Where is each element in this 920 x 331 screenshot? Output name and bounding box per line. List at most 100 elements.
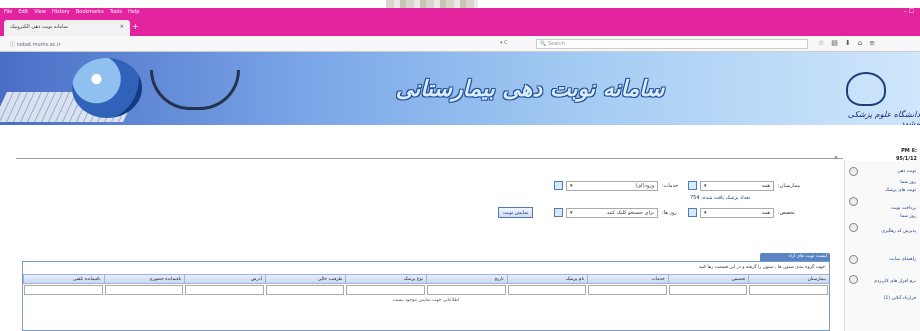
filter-input[interactable]: [668, 285, 748, 295]
menu-edit[interactable]: Edit: [18, 9, 28, 15]
column-header[interactable]: نوع پزشک: [345, 275, 426, 283]
day-select[interactable]: برای جستجو کلیک کنید ▾: [566, 208, 658, 218]
browser-tab[interactable]: سامانه نوبت دهی الکترونیک ×: [4, 20, 130, 36]
clock-time: PM 6:: [901, 148, 917, 154]
site-title: سامانه نوبت دهی بیمارستانی: [395, 76, 665, 102]
tab-free-slots[interactable]: لیست نوبت های آزاد: [760, 253, 830, 261]
new-tab-icon[interactable]: +: [132, 22, 139, 31]
close-icon[interactable]: ×: [834, 155, 838, 161]
hospital-value: همه: [761, 183, 770, 189]
toolbar-icons: ☆ ▤ ⬇ ⌂ ≡: [818, 39, 875, 47]
chevron-down-icon: ▾: [570, 210, 573, 216]
show-appointments-button[interactable]: نمایش نوبت: [498, 207, 534, 218]
clinic-refresh-icon[interactable]: [554, 181, 563, 190]
university-logo: [846, 72, 886, 106]
group-by-hint: جهت گروه بندی ستون ها ، ستون را گرفته و …: [698, 265, 825, 270]
bookmark-star-icon[interactable]: ☆: [818, 39, 824, 47]
chevron-down-icon: ▾: [570, 183, 573, 189]
tab-title: سامانه نوبت دهی الکترونیک: [10, 24, 68, 30]
search-input[interactable]: 🔍 Search: [536, 39, 808, 49]
hospital-label: بیمارستان:: [778, 183, 801, 189]
reload-icon[interactable]: ▾ C: [500, 40, 508, 46]
column-header[interactable]: باقیمانده حضوری: [103, 275, 185, 283]
hospital-select[interactable]: همه ▾: [700, 181, 774, 191]
appointments-grid: جهت گروه بندی ستون ها ، ستون را گرفته و …: [22, 261, 830, 331]
home-icon[interactable]: ⌂: [858, 39, 862, 47]
column-header[interactable]: تاریخ: [426, 275, 507, 283]
filter-input[interactable]: [427, 285, 506, 295]
main-content: × PM 6: 95/1/12 نوبت دهی روز شما نوبت ها…: [0, 125, 920, 331]
sidebar-item-tracking[interactable]: پذیرش کد رهگیری: [881, 229, 916, 234]
column-header[interactable]: باقیمانده تلفنی: [23, 275, 104, 283]
clock-date: 95/1/12: [895, 156, 917, 162]
menu-view[interactable]: View: [34, 9, 46, 15]
column-header[interactable]: آدرس: [184, 275, 265, 283]
column-header[interactable]: خدمات: [587, 275, 668, 283]
grid-header-row: بیمارستان تخصص خدمات نام پزشک تاریخ نوع …: [23, 274, 829, 284]
help-icon: [849, 255, 858, 264]
day-label: روز ها:: [662, 210, 677, 216]
filter-input[interactable]: [346, 285, 426, 295]
site-banner: سامانه نوبت دهی بیمارستانی دانشگاه علوم …: [0, 52, 920, 125]
sidebar-item-your-day[interactable]: روز شما: [900, 214, 916, 219]
expertise-label: تخصص:: [778, 210, 795, 216]
filter-input[interactable]: [588, 285, 667, 295]
nav-bar: ⓘ nobat.mums.ac.ir ▾ C 🔍 Search ☆ ▤ ⬇ ⌂ …: [0, 36, 920, 52]
hospital-refresh-icon[interactable]: [688, 181, 697, 190]
menu-help[interactable]: Help: [128, 9, 139, 15]
sidebar-item-booking[interactable]: نوبت دهی: [897, 169, 916, 174]
expertise-refresh-icon[interactable]: [688, 208, 697, 217]
payment-icon: [849, 197, 858, 206]
column-header[interactable]: تخصص: [667, 275, 749, 283]
menu-tools[interactable]: Tools: [110, 9, 122, 15]
filter-input[interactable]: [749, 285, 828, 295]
expertise-select[interactable]: همه ▾: [700, 208, 774, 218]
filter-input[interactable]: [185, 285, 264, 295]
appointment-icon: [849, 167, 858, 176]
search-placeholder: Search: [547, 41, 566, 47]
filter-input[interactable]: [265, 285, 345, 295]
globe-image: [72, 58, 142, 118]
tab-close-icon[interactable]: ×: [120, 24, 124, 32]
url-bar[interactable]: ⓘ nobat.mums.ac.ir: [6, 39, 441, 49]
menu-bookmarks[interactable]: Bookmarks: [76, 9, 104, 15]
column-header[interactable]: نام پزشک: [506, 275, 588, 283]
filter-input[interactable]: [24, 285, 103, 295]
chevron-down-icon: ▾: [704, 210, 707, 216]
menu-history[interactable]: History: [52, 9, 70, 15]
column-header[interactable]: بیمارستان: [748, 275, 829, 283]
reader-icon[interactable]: ▤: [831, 39, 838, 47]
menu-file[interactable]: File: [4, 9, 12, 15]
empty-grid-message: اطلاعاتی جهت نمایش موجود نیست: [392, 298, 460, 303]
column-header[interactable]: ظرفیت خالی: [264, 275, 346, 283]
sidebar-item-doctor-slots[interactable]: نوبت های پزشک: [885, 188, 916, 193]
clinic-label: خدمات:: [662, 183, 679, 189]
sidebar-item-site-guide[interactable]: راهنمای سایت: [889, 257, 916, 262]
grid-filter-row: [23, 285, 829, 295]
expertise-value: همه: [761, 210, 770, 216]
sidebar-item-contract[interactable]: قرارداد آنلاین (1): [884, 296, 916, 301]
calendar-icon[interactable]: [554, 208, 563, 217]
download-icon[interactable]: ⬇: [845, 39, 851, 47]
filter-input[interactable]: [104, 285, 184, 295]
clinic-value: ورود(ای): [635, 183, 654, 189]
sidebar-item-today[interactable]: روز شما: [900, 180, 916, 185]
menu-icon[interactable]: ≡: [869, 39, 875, 47]
apps-icon: [849, 275, 858, 284]
stethoscope-image: [150, 70, 240, 110]
divider: [16, 158, 843, 159]
window-controls[interactable]: – ☐: [904, 8, 914, 15]
university-name: دانشگاه علوم پزشکی مشهد: [847, 110, 920, 125]
menu-bar: File Edit View History Bookmarks Tools H…: [4, 9, 139, 15]
right-sidebar: PM 6: 95/1/12 نوبت دهی روز شما نوبت های …: [844, 148, 920, 331]
clinic-select[interactable]: ورود(ای) ▾: [566, 181, 658, 191]
sidebar-item-apps[interactable]: نرم افزار های کاربردی: [874, 279, 916, 284]
day-value: برای جستجو کلیک کنید: [606, 210, 654, 216]
doctor-count: تعداد پزشک یافت شده: 754: [690, 195, 751, 201]
tracking-icon: [849, 223, 858, 232]
page-top-strip: [386, 0, 478, 8]
chevron-down-icon: ▾: [704, 183, 707, 189]
filter-input[interactable]: [507, 285, 587, 295]
tab-bar: سامانه نوبت دهی الکترونیک × +: [0, 16, 920, 36]
sidebar-item-payment[interactable]: پرداخت نوبت: [891, 206, 916, 211]
